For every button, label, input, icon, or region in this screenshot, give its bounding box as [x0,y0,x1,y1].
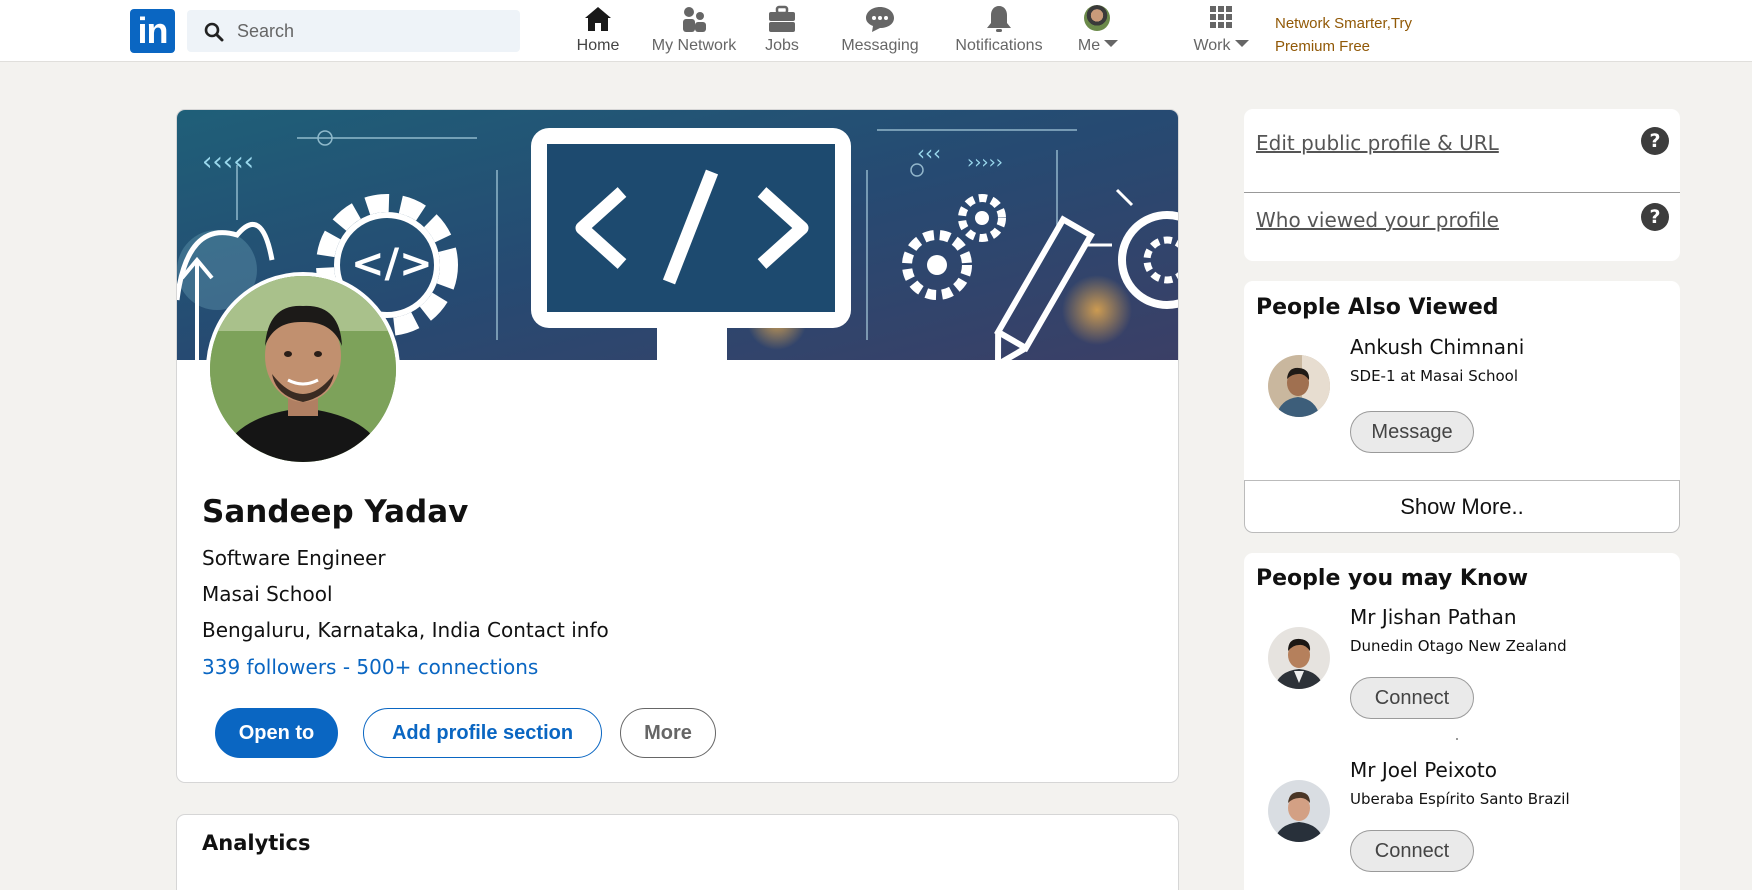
nav-notifications-label: Notifications [955,37,1043,54]
edit-public-profile-link[interactable]: Edit public profile & URL [1256,131,1499,155]
nav-my-network-label: My Network [651,37,737,54]
connect-button[interactable]: Connect [1350,830,1474,872]
more-button[interactable]: More [620,708,716,758]
avatar[interactable] [1268,627,1330,689]
people-also-viewed-card: People Also Viewed Ankush Chimnani SDE-1… [1244,281,1680,533]
avatar [1084,5,1110,31]
profile-links-card: Edit public profile & URL ? Who viewed y… [1244,109,1680,261]
person-subtitle: SDE-1 at Masai School [1350,367,1518,385]
search-box[interactable] [187,10,520,52]
people-you-may-know-title: People you may Know [1256,566,1529,591]
top-nav: in Home My Network Jobs [0,0,1752,62]
profile-photo[interactable] [206,272,400,466]
avatar-image [1268,627,1330,689]
nav-me[interactable]: Me [1068,0,1128,62]
who-viewed-profile-link[interactable]: Who viewed your profile [1256,208,1499,232]
svg-text:‹‹‹: ‹‹‹ [917,141,941,165]
person-subtitle: Uberaba Espírito Santo Brazil [1350,790,1570,808]
person-subtitle: Dunedin Otago New Zealand [1350,637,1567,655]
profile-location: Bengaluru, Karnataka, India Contact info [202,618,609,642]
svg-text:›››››: ››››› [967,152,1003,173]
person-name[interactable]: Ankush Chimnani [1350,335,1524,359]
person-name[interactable]: Mr Joel Peixoto [1350,758,1497,782]
list-item: Mr Joel Peixoto Uberaba Espírito Santo B… [1244,758,1680,890]
show-more-button[interactable]: Show More.. [1244,480,1680,533]
avatar-image [1268,355,1330,417]
nav-my-network[interactable]: My Network [646,0,742,62]
chat-icon [866,7,894,32]
svg-text:‹‹‹‹‹: ‹‹‹‹‹ [202,147,254,177]
grid-icon [1210,6,1232,28]
network-icon [683,7,706,32]
add-profile-section-button[interactable]: Add profile section [363,708,602,758]
profile-company: Masai School [202,582,333,606]
help-icon[interactable]: ? [1641,127,1669,155]
who-viewed-profile-row: Who viewed your profile ? [1244,192,1680,268]
nav-notifications[interactable]: Notifications [946,0,1052,62]
edit-public-profile-row: Edit public profile & URL ? [1244,109,1680,185]
nav-jobs-label: Jobs [765,37,799,54]
people-also-viewed-title: People Also Viewed [1256,295,1499,320]
avatar[interactable] [1268,355,1330,417]
linkedin-logo[interactable]: in [130,9,175,53]
avatar[interactable] [1268,780,1330,842]
list-item: Ankush Chimnani SDE-1 at Masai School Me… [1244,331,1680,471]
profile-card: ‹‹‹‹‹ ‹‹‹ ››››› </> Sandeep Yadav Softwa… [176,109,1179,783]
message-button[interactable]: Message [1350,411,1474,453]
list-item: Mr Jishan Pathan Dunedin Otago New Zeala… [1244,605,1680,745]
person-name[interactable]: Mr Jishan Pathan [1350,605,1517,629]
premium-link[interactable]: Network Smarter,Try Premium Free [1275,12,1412,58]
bell-icon [987,6,1011,32]
premium-line-2: Premium Free [1275,38,1371,55]
nav-messaging[interactable]: Messaging [832,0,928,62]
divider-dot [1456,738,1458,740]
nav-home[interactable]: Home [568,0,628,62]
profile-name: Sandeep Yadav [202,494,469,530]
profile-headline: Software Engineer [202,546,386,570]
nav-jobs[interactable]: Jobs [757,0,807,62]
analytics-title: Analytics [202,831,311,855]
avatar-image [1268,780,1330,842]
profile-connections-link[interactable]: 339 followers - 500+ connections [202,655,538,679]
open-to-button[interactable]: Open to [215,708,338,758]
nav-me-label: Me [1077,37,1101,54]
nav-home-label: Home [576,37,620,54]
chevron-down-icon [1234,40,1249,47]
analytics-card: Analytics [176,814,1179,890]
home-icon [585,7,611,31]
svg-text:</>: </> [351,241,433,287]
chevron-down-icon [1104,40,1119,47]
nav-messaging-label: Messaging [841,37,919,54]
search-input[interactable] [237,10,507,52]
help-icon[interactable]: ? [1641,203,1669,231]
connect-button[interactable]: Connect [1350,677,1474,719]
premium-line-1: Network Smarter,Try [1275,15,1412,32]
profile-photo-image [210,276,396,462]
people-you-may-know-card: People you may Know Mr Jishan Pathan Dun… [1244,553,1680,890]
nav-work-label: Work [1193,37,1231,54]
search-icon [204,22,224,42]
nav-work[interactable]: Work [1182,0,1260,62]
briefcase-icon [769,5,795,32]
